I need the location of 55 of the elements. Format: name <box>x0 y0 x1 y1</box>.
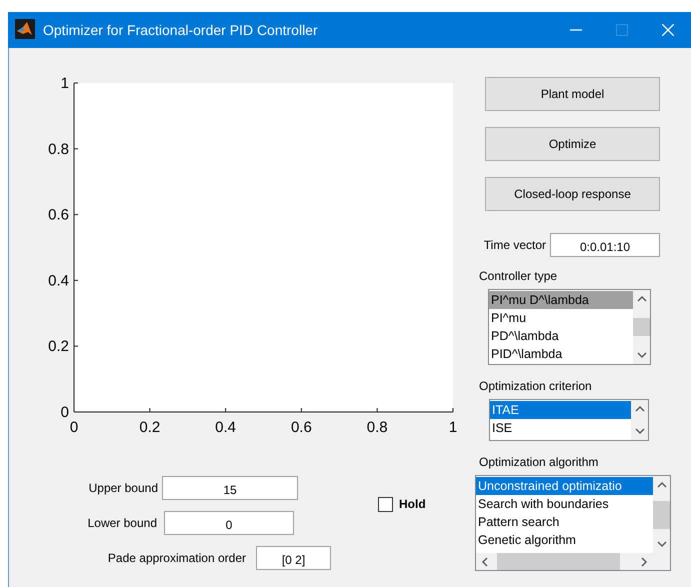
close-icon[interactable] <box>662 24 674 36</box>
time-vector-field[interactable]: 0:0.01:10 <box>550 233 660 257</box>
x-tick-label: 0.4 <box>215 419 236 436</box>
scroll-up-icon[interactable] <box>634 405 644 413</box>
x-tick-label: 0.6 <box>290 419 312 436</box>
list-item[interactable]: PID^\lambda <box>489 345 633 363</box>
x-tick-label: 0.8 <box>366 419 388 436</box>
time-vector-label: Time vector <box>482 238 546 252</box>
scrollbar-thumb[interactable] <box>497 553 620 570</box>
scroll-down-icon[interactable] <box>636 351 646 359</box>
pade-order-field[interactable]: [0 2] <box>256 546 331 570</box>
list-box[interactable]: PI^mu D^\lambda PI^mu PD^\lambda PID^\lambda <box>488 289 651 365</box>
x-tick-label: 0 <box>70 419 78 436</box>
list-box[interactable]: Unconstrained optimizatio Search with boundaries Pattern search Genetic algorithm <box>475 475 671 571</box>
y-tick-label: 1 <box>60 75 69 92</box>
lower-bound-label: Lower bound <box>86 516 157 530</box>
upper-bound-label: Upper bound <box>88 481 158 495</box>
list-item[interactable]: Genetic algorithm <box>476 531 653 549</box>
action-button[interactable]: Optimize <box>485 127 660 161</box>
hold-label: Hold <box>399 497 426 511</box>
hold-checkbox[interactable] <box>378 496 393 512</box>
scroll-up-icon[interactable] <box>656 481 666 489</box>
list-item[interactable]: Unconstrained optimizatio <box>476 477 653 495</box>
list-item[interactable]: PI^mu D^\lambda <box>489 291 633 309</box>
y-tick-label: 0.4 <box>48 272 69 290</box>
list-item[interactable]: Search with boundaries <box>476 495 653 513</box>
list-item[interactable]: PI^mu <box>489 309 633 327</box>
pade-order-label: Pade approximation order <box>106 551 246 565</box>
y-tick-label: 0.2 <box>48 338 69 356</box>
action-button[interactable]: Closed-loop response <box>485 177 660 211</box>
action-button[interactable]: Plant model <box>485 77 660 111</box>
upper-bound-field[interactable]: 15 <box>162 476 298 500</box>
x-tick-label: 0.2 <box>139 419 160 436</box>
scroll-left-icon[interactable] <box>481 556 489 566</box>
scrollbar-thumb[interactable] <box>653 500 670 528</box>
scroll-up-icon[interactable] <box>636 295 646 303</box>
criterion-label: Optimization criterion <box>479 379 593 393</box>
y-tick-label: 0.6 <box>48 206 69 224</box>
scroll-down-icon[interactable] <box>656 540 666 548</box>
lower-bound-field[interactable]: 0 <box>164 511 294 535</box>
list-box[interactable]: ITAE ISE <box>489 399 649 441</box>
list-item[interactable]: PD^\lambda <box>489 327 633 345</box>
algorithm-label: Optimization algorithm <box>479 455 600 469</box>
y-tick-label: 0 <box>60 404 69 421</box>
scrollbar-thumb[interactable] <box>633 318 650 336</box>
scroll-right-icon[interactable] <box>640 556 648 566</box>
list-item[interactable]: ITAE <box>490 401 631 419</box>
scroll-down-icon[interactable] <box>634 427 644 435</box>
list-item[interactable]: ISE <box>490 419 631 437</box>
app-logo-icon <box>15 18 35 38</box>
list-item[interactable]: Pattern search <box>476 513 653 531</box>
controller-type-label: Controller type <box>479 269 558 283</box>
window-title: Optimizer for Fractional-order PID Controller <box>43 22 319 38</box>
x-tick-label: 1 <box>448 419 458 436</box>
y-tick-label: 0.8 <box>48 140 69 158</box>
